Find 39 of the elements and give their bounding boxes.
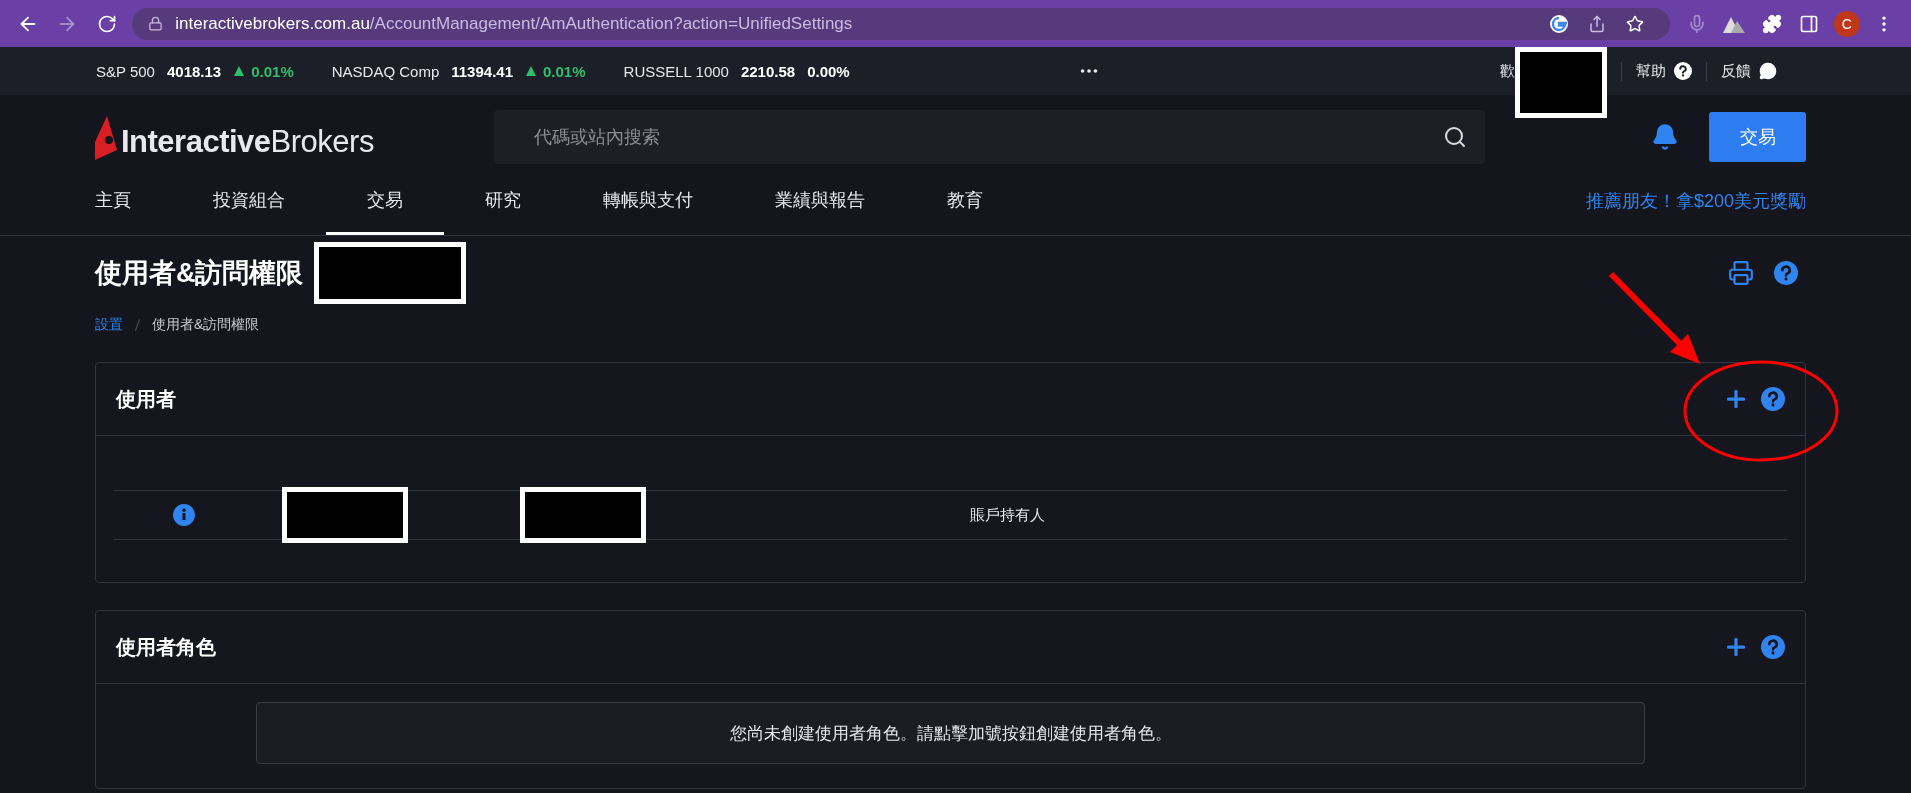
print-icon[interactable] — [1728, 260, 1754, 286]
index-change: 0.00% — [807, 62, 850, 80]
nav-tab[interactable]: 教育 — [906, 167, 1024, 235]
nav-tab[interactable]: 轉帳與支付 — [562, 167, 734, 235]
help-link[interactable]: 幫助 — [1621, 61, 1706, 81]
empty-message: 您尚未創建使用者角色。請點擊加號按鈕創建使用者角色。 — [256, 702, 1645, 764]
nav-tab[interactable]: 研究 — [444, 167, 562, 235]
feedback-icon — [1759, 62, 1777, 80]
lock-icon — [148, 16, 164, 31]
nav-tab[interactable]: 業績與報告 — [734, 167, 906, 235]
address-bar[interactable]: interactivebrokers.com.au/AccountManagement/AmAuthentication?action=UnifiedSettings — [132, 7, 1671, 40]
nav-tab[interactable]: 交易 — [326, 167, 444, 235]
index-name: RUSSELL 1000 — [623, 62, 729, 80]
welcome-text: 歡 — [1500, 61, 1515, 81]
index-value: 4018.13 — [166, 62, 222, 80]
profile-avatar[interactable]: C — [1833, 10, 1860, 37]
info-icon[interactable] — [173, 504, 195, 526]
index-name: S&P 500 — [96, 62, 155, 80]
help-icon[interactable] — [1674, 62, 1692, 80]
search-icon[interactable] — [1443, 125, 1467, 149]
search-field[interactable]: 代碼或站內搜索 — [494, 110, 1485, 164]
panel-title: 使用者 — [116, 386, 176, 412]
panel-title: 使用者角色 — [116, 634, 216, 660]
index-change: 0.01% — [543, 62, 586, 80]
breadcrumb-link[interactable]: 設置 — [95, 316, 123, 334]
page-title: 使用者&訪問權限 — [95, 257, 304, 290]
index-name: NASDAQ Comp — [331, 62, 440, 80]
feedback-link[interactable]: 反饋 — [1706, 61, 1791, 81]
index-value: 11394.41 — [451, 62, 513, 80]
nav-tab[interactable]: 投資組合 — [172, 167, 326, 235]
trade-button[interactable]: 交易 — [1709, 112, 1806, 162]
breadcrumb-text: 使用者&訪問權限 — [152, 316, 260, 334]
index-value: 2210.58 — [740, 62, 796, 80]
table-cell: 賬戶持有人 — [970, 505, 1045, 525]
nav-tab[interactable]: 主頁 — [54, 167, 172, 235]
index-change: 0.01% — [251, 62, 294, 80]
logo[interactable]: InteractiveBrokers — [95, 116, 494, 160]
referral-link[interactable]: 推薦朋友！拿$200美元獎勵 — [1585, 189, 1806, 213]
bell-icon[interactable] — [1651, 123, 1679, 151]
